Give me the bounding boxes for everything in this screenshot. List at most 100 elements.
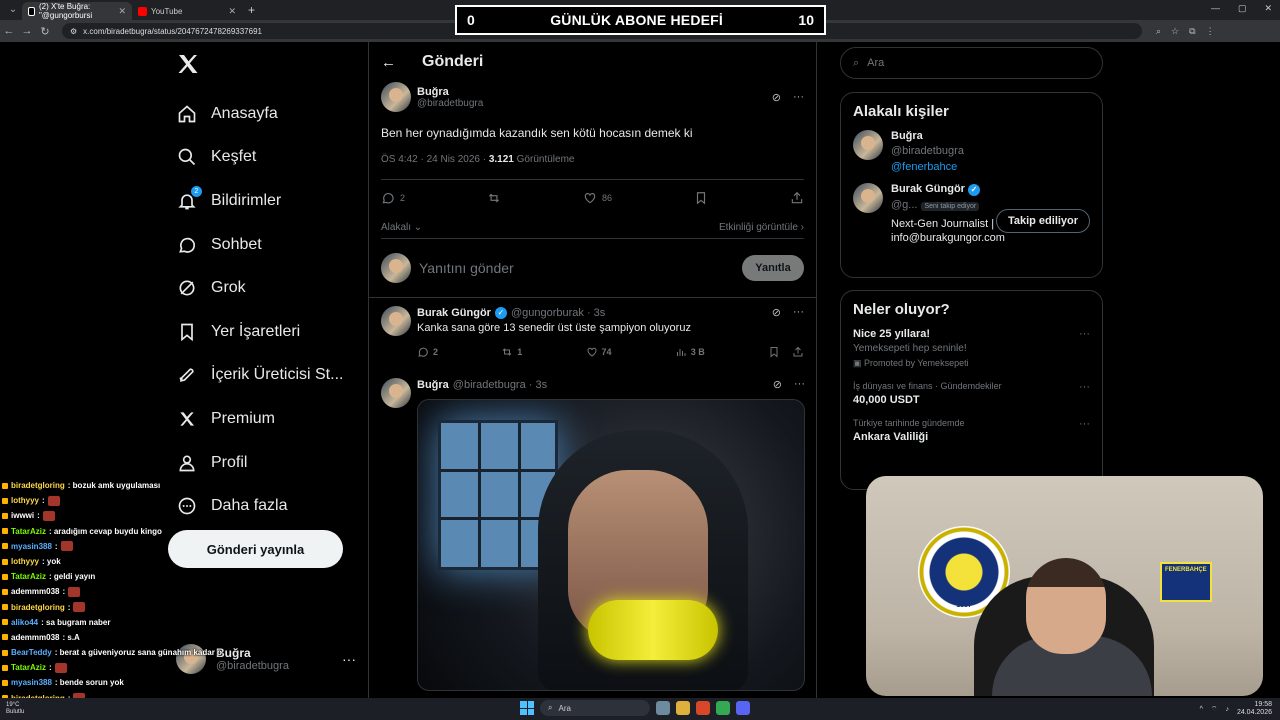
chat-username[interactable]: biradetgloring xyxy=(11,600,65,615)
avatar[interactable] xyxy=(853,183,883,213)
reply-button[interactable]: Yanıtla xyxy=(742,255,804,281)
bookmark-icon[interactable] xyxy=(768,346,780,358)
tab-youtube[interactable]: YouTube ✕ xyxy=(132,2,242,20)
sidebar-item-premium[interactable]: Premium xyxy=(176,397,356,441)
sidebar-item-creator-studio[interactable]: İçerik Üreticisi St... xyxy=(176,354,356,398)
like-action[interactable]: 86 xyxy=(583,191,612,205)
person-name[interactable]: Buğra xyxy=(891,130,964,142)
x-logo-icon[interactable] xyxy=(176,52,200,76)
more-horizontal-icon[interactable]: ··· xyxy=(1079,381,1090,393)
trend-item[interactable]: İş dünyası ve finans · Gündemdekiler 40,… xyxy=(853,381,1090,406)
chrome-icon[interactable] xyxy=(716,701,730,715)
sidebar-item-notifications[interactable]: 2 Bildirimler xyxy=(176,179,356,223)
chat-username[interactable]: TatarAziz xyxy=(11,660,46,675)
discord-icon[interactable] xyxy=(736,701,750,715)
sidebar-item-home[interactable]: Anasayfa xyxy=(176,92,356,136)
file-explorer-icon[interactable] xyxy=(676,701,690,715)
site-info-icon[interactable]: ⚙ xyxy=(70,27,77,36)
sidebar-item-chat[interactable]: Sohbet xyxy=(176,223,356,267)
person-name[interactable]: Burak Güngör xyxy=(891,183,965,195)
chat-username[interactable]: biradetgloring xyxy=(11,478,65,493)
chat-username[interactable]: ademmm038 xyxy=(11,630,59,645)
volume-icon[interactable]: ♪ xyxy=(1225,706,1229,713)
more-horizontal-icon[interactable]: ··· xyxy=(1079,418,1090,430)
more-horizontal-icon[interactable]: ··· xyxy=(793,91,804,104)
author-handle[interactable]: @biradetbugra · 3s xyxy=(453,379,547,391)
taskbar-search[interactable]: ⌕ Ara xyxy=(540,700,650,716)
extensions-icon[interactable]: ⧉ xyxy=(1189,26,1195,37)
minimize-icon[interactable]: — xyxy=(1211,3,1220,14)
chat-username[interactable]: aliko44 xyxy=(11,615,38,630)
clock[interactable]: 19:58 24.04.2026 xyxy=(1237,701,1272,717)
back-icon[interactable]: ← xyxy=(0,25,18,37)
close-tab-icon[interactable]: ✕ xyxy=(118,6,126,17)
reload-icon[interactable]: ↻ xyxy=(36,25,54,38)
chat-username[interactable]: myasin388 xyxy=(11,539,52,554)
zoom-icon[interactable]: ⌕ xyxy=(1156,26,1161,37)
sidebar-item-explore[interactable]: Keşfet xyxy=(176,136,356,180)
chat-username[interactable]: lothyyy xyxy=(11,554,39,569)
author-handle[interactable]: @biradetbugra xyxy=(417,98,483,109)
trend-item[interactable]: Türkiye tarihinde gündemde Ankara Valili… xyxy=(853,418,1090,443)
task-view-icon[interactable] xyxy=(656,701,670,715)
sidebar-item-bookmarks[interactable]: Yer İşaretleri xyxy=(176,310,356,354)
more-horizontal-icon[interactable]: ··· xyxy=(793,306,804,319)
reply-item[interactable]: Burak Güngör ✓ @gungorburak · 3s ⊘ ··· Ka… xyxy=(369,298,816,360)
reply-item[interactable]: Buğra @biradetbugra · 3s ⊘ ··· xyxy=(369,360,816,691)
grok-icon[interactable]: ⊘ xyxy=(772,306,781,319)
bio-link[interactable]: @fenerbahce xyxy=(891,161,964,173)
tray-chevron-icon[interactable]: ^ xyxy=(1200,706,1203,713)
avatar[interactable] xyxy=(853,130,883,160)
bookmark-action[interactable] xyxy=(694,191,708,205)
more-horizontal-icon[interactable]: ··· xyxy=(1079,328,1090,340)
brave-browser-icon[interactable] xyxy=(696,701,710,715)
sidebar-item-grok[interactable]: Grok xyxy=(176,266,356,310)
close-window-icon[interactable]: ✕ xyxy=(1264,3,1272,14)
close-tab-icon[interactable]: ✕ xyxy=(228,6,236,17)
like-action[interactable]: 74 xyxy=(586,346,612,358)
tab-search-icon[interactable]: ⌄ xyxy=(4,3,22,17)
following-button[interactable]: Takip ediliyor xyxy=(996,209,1090,233)
more-horizontal-icon[interactable]: ··· xyxy=(342,651,356,667)
chat-username[interactable]: lothyyy xyxy=(11,493,39,508)
views-action[interactable]: 3 B xyxy=(675,346,705,358)
bookmark-star-icon[interactable]: ☆ xyxy=(1171,26,1179,37)
person-item[interactable]: Buğra @biradetbugra @fenerbahce xyxy=(853,130,1090,173)
chat-username[interactable]: iwwwi xyxy=(11,508,34,523)
reply-input[interactable]: Yanıtını gönder xyxy=(419,260,734,276)
maximize-icon[interactable]: ▢ xyxy=(1238,3,1247,14)
sort-relevant-dropdown[interactable]: Alakalı ⌄ xyxy=(381,222,422,233)
reply-action[interactable]: 2 xyxy=(417,346,438,358)
chat-username[interactable]: TatarAziz xyxy=(11,524,46,539)
author-handle[interactable]: @gungorburak · 3s xyxy=(511,307,605,319)
tab-x[interactable]: (2) X'te Buğra: "@gungorbursi ✕ xyxy=(22,2,132,20)
network-icon[interactable]: ⌔ xyxy=(1211,705,1218,714)
search-input[interactable]: ⌕ Ara xyxy=(840,47,1103,79)
author-name[interactable]: Buğra xyxy=(417,86,483,98)
repost-action[interactable]: 1 xyxy=(501,346,522,358)
chat-username[interactable]: myasin388 xyxy=(11,675,52,690)
windows-start-icon[interactable] xyxy=(520,701,534,715)
share-icon[interactable] xyxy=(792,346,804,358)
avatar[interactable] xyxy=(381,82,411,112)
chat-username[interactable]: ademmm038 xyxy=(11,584,59,599)
reply-action[interactable]: 2 xyxy=(381,191,405,205)
author-name[interactable]: Buğra xyxy=(417,379,449,391)
grok-icon[interactable]: ⊘ xyxy=(772,91,781,104)
reply-image[interactable] xyxy=(417,399,805,691)
author-name[interactable]: Burak Güngör xyxy=(417,307,491,319)
avatar[interactable] xyxy=(381,306,411,336)
trend-item[interactable]: Nice 25 yıllara! Yemeksepeti hep seninle… xyxy=(853,328,1090,369)
view-activity-link[interactable]: Etkinliği görüntüle › xyxy=(719,222,804,233)
chat-username[interactable]: TatarAziz xyxy=(11,569,46,584)
new-tab-button[interactable]: + xyxy=(248,3,255,17)
back-arrow-icon[interactable]: ← xyxy=(381,54,396,71)
menu-icon[interactable]: ⋮ xyxy=(1206,26,1215,37)
grok-icon[interactable]: ⊘ xyxy=(773,378,782,391)
repost-action[interactable] xyxy=(487,191,501,205)
avatar[interactable] xyxy=(381,378,411,408)
chat-username[interactable]: BearTeddy xyxy=(11,645,52,660)
forward-icon[interactable]: → xyxy=(18,25,36,37)
more-horizontal-icon[interactable]: ··· xyxy=(794,378,805,391)
share-action[interactable] xyxy=(790,191,804,205)
